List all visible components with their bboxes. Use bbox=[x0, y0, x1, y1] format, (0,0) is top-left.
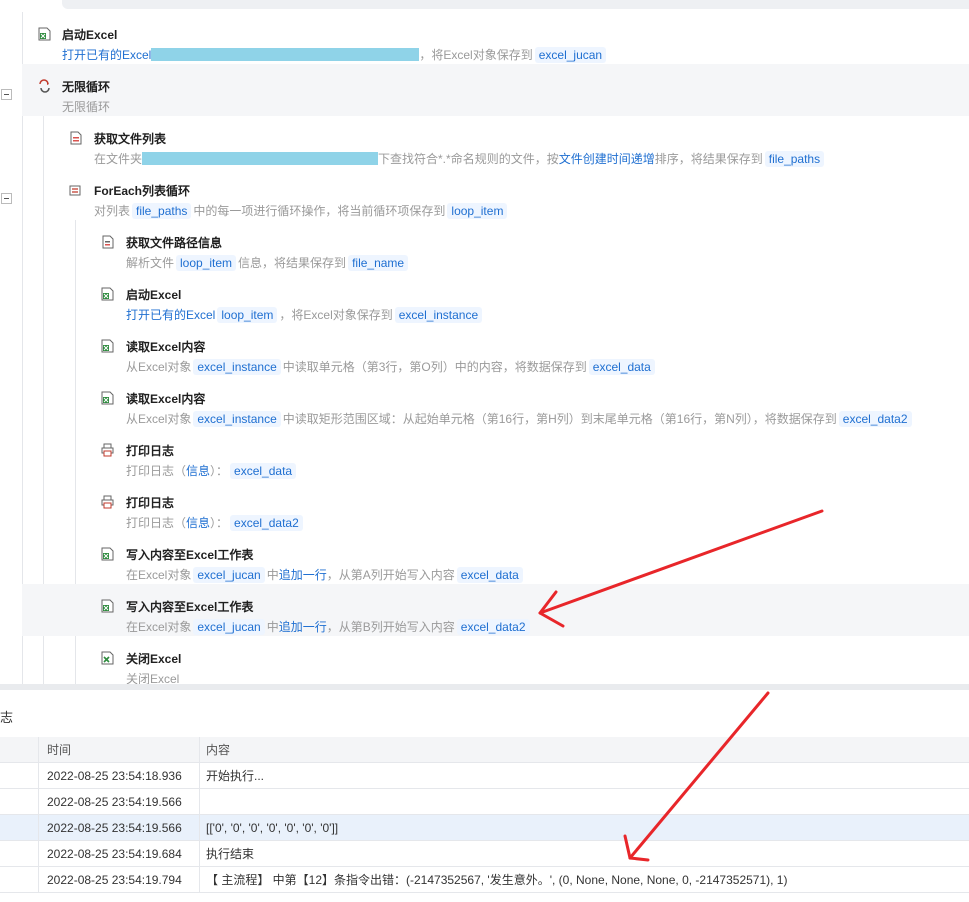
flow-step[interactable]: 读取Excel内容 从Excel对象 excel_instance 中读取矩形范围区… bbox=[22, 376, 969, 428]
step-description: 关闭Excel bbox=[126, 672, 180, 684]
log-row[interactable]: 2022-08-25 23:54:19.684 执行结束 bbox=[0, 840, 969, 867]
flow-step[interactable]: 打印日志 打印日志（信息）： excel_data2 bbox=[22, 480, 969, 532]
flow-step[interactable]: 启动Excel 打开已有的Excel ，将Excel对象保存到 excel_juca… bbox=[22, 12, 969, 64]
step-title: 启动Excel bbox=[126, 288, 182, 302]
flow-step[interactable]: 无限循环 无限循环 bbox=[22, 64, 969, 116]
variable-tag[interactable]: excel_data2 bbox=[230, 515, 303, 531]
excel-file-icon bbox=[38, 27, 51, 41]
log-header-index bbox=[0, 737, 39, 763]
step-description: 在Excel对象 excel_jucan 中追加一行，从第B列开始写入内容 excel… bbox=[126, 618, 532, 635]
step-description: 对列表 file_paths 中的每一项进行循环操作，将当前循环项保存到 loop_i… bbox=[94, 202, 509, 219]
excel-write-icon bbox=[101, 547, 114, 561]
variable-tag[interactable]: file_paths bbox=[764, 151, 825, 167]
log-row[interactable]: 2022-08-25 23:54:18.936 开始执行... bbox=[0, 762, 969, 789]
log-row[interactable]: 2022-08-25 23:54:19.566 bbox=[0, 788, 969, 815]
flow-step[interactable]: 关闭Excel 关闭Excel bbox=[22, 636, 969, 684]
log-time: 2022-08-25 23:54:18.936 bbox=[38, 762, 200, 789]
flow-step[interactable]: 启动Excel 打开已有的Excel loop_item ，将Excel对象保存到 e… bbox=[22, 272, 969, 324]
variable-tag[interactable]: excel_data bbox=[588, 359, 655, 375]
flow-step[interactable]: ForEach列表循环 对列表 file_paths 中的每一项进行循环操作，将当前… bbox=[22, 168, 969, 220]
flow-step[interactable]: 打印日志 打印日志（信息）： excel_data bbox=[22, 428, 969, 480]
variable-tag[interactable]: excel_jucan bbox=[193, 619, 265, 635]
step-title: 读取Excel内容 bbox=[126, 340, 206, 354]
log-header-row: 时间 内容 bbox=[0, 737, 969, 763]
loop-icon bbox=[39, 79, 50, 93]
step-title: 无限循环 bbox=[62, 80, 111, 94]
foreach-icon bbox=[69, 185, 81, 196]
log-time: 2022-08-25 23:54:19.566 bbox=[38, 814, 200, 841]
step-description: 解析文件 loop_item 信息，将结果保存到 file_name bbox=[126, 254, 410, 271]
variable-tag[interactable]: excel_jucan bbox=[193, 567, 265, 583]
step-title: 打印日志 bbox=[126, 496, 175, 510]
log-content: 执行结束 bbox=[199, 840, 969, 867]
step-description: 打开已有的Excel ，将Excel对象保存到 excel_jucan bbox=[62, 46, 608, 63]
step-description: 打开已有的Excel loop_item ，将Excel对象保存到 excel_ins… bbox=[126, 306, 484, 323]
step-title: 写入内容至Excel工作表 bbox=[126, 548, 254, 562]
variable-tag[interactable]: excel_data bbox=[456, 567, 523, 583]
log-row[interactable]: 2022-08-25 23:54:19.794 【 主流程】 中第【12】条指令… bbox=[0, 866, 969, 893]
file-info-icon bbox=[102, 235, 114, 249]
flow-step-selected[interactable]: 写入内容至Excel工作表 在Excel对象 excel_jucan 中追加一行，从… bbox=[22, 584, 969, 636]
log-content bbox=[199, 788, 969, 815]
flow-step[interactable]: 读取Excel内容 从Excel对象 excel_instance 中读取单元格（第… bbox=[22, 324, 969, 376]
excel-file-icon bbox=[101, 391, 114, 405]
printer-icon bbox=[101, 443, 114, 457]
excel-write-icon bbox=[101, 599, 114, 613]
variable-tag[interactable]: excel_data bbox=[230, 463, 297, 479]
collapse-toggle-loop[interactable] bbox=[1, 89, 12, 100]
step-description: 打印日志（信息）： excel_data2 bbox=[126, 514, 305, 531]
variable-tag[interactable]: excel_instance bbox=[193, 359, 281, 375]
redacted-path bbox=[142, 152, 379, 165]
collapse-toggle-foreach[interactable] bbox=[1, 193, 12, 204]
variable-tag[interactable]: excel_jucan bbox=[534, 47, 607, 63]
log-time: 2022-08-25 23:54:19.684 bbox=[38, 840, 200, 867]
step-description: 从Excel对象 excel_instance 中读取矩形范围区域：从起始单元格（第… bbox=[126, 410, 914, 427]
flow-step[interactable]: 获取文件路径信息 解析文件 loop_item 信息，将结果保存到 file_name bbox=[22, 220, 969, 272]
step-title: 获取文件路径信息 bbox=[126, 236, 223, 250]
step-title: 读取Excel内容 bbox=[126, 392, 206, 406]
flow-editor: 启动Excel 打开已有的Excel ，将Excel对象保存到 excel_juca… bbox=[0, 12, 969, 684]
step-description: 无限循环 bbox=[62, 100, 111, 114]
variable-tag[interactable]: loop_item bbox=[447, 203, 508, 219]
variable-tag[interactable]: loop_item bbox=[217, 307, 278, 323]
variable-tag[interactable]: excel_instance bbox=[394, 307, 483, 323]
log-content: 开始执行... bbox=[199, 762, 969, 789]
log-header-content[interactable]: 内容 bbox=[199, 737, 969, 763]
variable-tag[interactable]: excel_data2 bbox=[456, 619, 530, 635]
step-description: 在Excel对象 excel_jucan 中追加一行，从第A列开始写入内容 excel… bbox=[126, 566, 525, 583]
step-description: 从Excel对象 excel_instance 中读取单元格（第3行，第O列）中的内… bbox=[126, 358, 657, 375]
log-content: 【 主流程】 中第【12】条指令出错：(-2147352567, '发生意外。'… bbox=[199, 866, 969, 893]
panel-divider[interactable] bbox=[0, 684, 969, 690]
step-description: 打印日志（信息）： excel_data bbox=[126, 462, 298, 479]
excel-file-icon bbox=[101, 339, 114, 353]
log-time: 2022-08-25 23:54:19.794 bbox=[38, 866, 200, 893]
log-panel-title: 志 bbox=[0, 710, 14, 725]
file-list-icon bbox=[70, 131, 82, 145]
log-header-time[interactable]: 时间 bbox=[38, 737, 200, 763]
step-title: 关闭Excel bbox=[126, 652, 182, 666]
step-title: ForEach列表循环 bbox=[94, 184, 191, 198]
step-title: 启动Excel bbox=[62, 28, 118, 42]
step-title: 打印日志 bbox=[126, 444, 175, 458]
log-row-selected[interactable]: 2022-08-25 23:54:19.566 [['0', '0', '0',… bbox=[0, 814, 969, 841]
top-toolbar-strip bbox=[62, 0, 969, 9]
flow-step[interactable]: 写入内容至Excel工作表 在Excel对象 excel_jucan 中追加一行，从… bbox=[22, 532, 969, 584]
redacted-path bbox=[151, 48, 420, 61]
log-content: [['0', '0', '0', '0', '0', '0', '0']] bbox=[199, 814, 969, 841]
step-description: 在文件夹 下查找符合*.*命名规则的文件，按文件创建时间递增排序，将结果保存到 fi… bbox=[94, 150, 826, 167]
printer-icon bbox=[101, 495, 114, 509]
step-title: 获取文件列表 bbox=[94, 132, 167, 146]
variable-tag[interactable]: excel_instance bbox=[193, 411, 281, 427]
variable-tag[interactable]: loop_item bbox=[176, 255, 237, 271]
variable-tag[interactable]: file_paths bbox=[132, 203, 192, 219]
flow-step[interactable]: 获取文件列表 在文件夹 下查找符合*.*命名规则的文件，按文件创建时间递增排序，将… bbox=[22, 116, 969, 168]
step-title: 写入内容至Excel工作表 bbox=[126, 600, 254, 614]
log-time: 2022-08-25 23:54:19.566 bbox=[38, 788, 200, 815]
log-table: 时间 内容 2022-08-25 23:54:18.936 开始执行... 20… bbox=[0, 737, 969, 893]
excel-close-icon bbox=[101, 651, 114, 665]
variable-tag[interactable]: excel_data2 bbox=[838, 411, 912, 427]
excel-file-icon bbox=[101, 287, 114, 301]
variable-tag[interactable]: file_name bbox=[348, 255, 409, 271]
